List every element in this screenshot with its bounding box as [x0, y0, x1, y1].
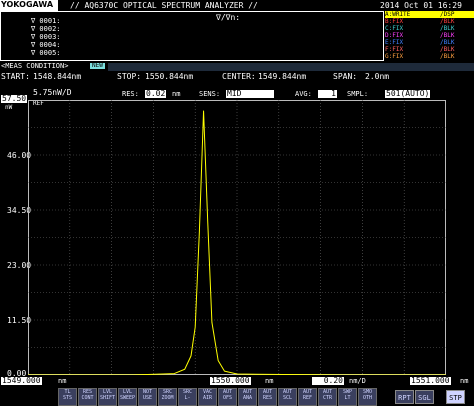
softkey-res-cont[interactable]: RES CONT: [78, 388, 97, 406]
stop-label: STOP:: [117, 72, 142, 81]
trace-row[interactable]: B:FIX/BLK: [385, 18, 474, 25]
center-label: CENTER:: [222, 72, 256, 81]
trace-label: E:FIX: [385, 39, 404, 46]
x-scale-unit: nm/D: [349, 377, 366, 385]
stop-sweep-button[interactable]: STP: [446, 390, 465, 404]
softkey-text: ANA: [242, 394, 253, 401]
sens-value[interactable]: MID: [226, 90, 274, 98]
trace-mode: /BLK: [440, 25, 455, 32]
softkey-text: SHIFT: [99, 394, 116, 401]
trace-row[interactable]: C:FIX/BLK: [385, 25, 474, 32]
brand-logo: YOKOGAWA: [0, 0, 58, 11]
trace-row[interactable]: E:FIX/BLK: [385, 39, 474, 46]
ref-level-value[interactable]: 57.50: [1, 95, 28, 103]
softkey-not-use[interactable]: NOT USE: [138, 388, 157, 406]
stop-value: 1550.844nm: [145, 72, 194, 81]
softkey-text: SWEEP: [119, 394, 136, 401]
single-sweep-button[interactable]: SGL: [415, 390, 434, 404]
softkey-tl-sts[interactable]: TL STS: [58, 388, 77, 406]
span-label: SPAN:: [333, 72, 358, 81]
softkey-text: LT: [344, 394, 351, 401]
softkey-text: OTH: [362, 394, 373, 401]
softkey-smo-oth[interactable]: SMO OTH: [358, 388, 377, 406]
softkey-src-l-[interactable]: SRC L-: [178, 388, 197, 406]
avg-value[interactable]: 1: [318, 90, 337, 98]
softkey-aut-ctr[interactable]: AUT CTR: [318, 388, 337, 406]
res-label: RES:: [122, 90, 139, 98]
window-title: // AQ6370C OPTICAL SPECTRUM ANALYZER //: [70, 1, 258, 10]
trace-mode: /BLK: [440, 53, 455, 60]
meas-condition-bar: [108, 63, 474, 71]
trace-mode: /BLK: [440, 18, 455, 25]
trace-mode: /BLK: [440, 39, 455, 46]
softkey-text: SCL: [282, 394, 293, 401]
softkey-text: OFS: [222, 394, 233, 401]
trace-label: D:FIX: [385, 32, 404, 39]
marker-rows: ∇ 0001: ∇ 0002: ∇ 0003: ∇ 0004: ∇ 0005:: [31, 18, 61, 58]
spectrum-plot[interactable]: [28, 100, 446, 375]
softkey-text: REF: [302, 394, 313, 401]
x-center-unit: nm: [265, 377, 274, 385]
trace-label: G:FIX: [385, 53, 404, 60]
res-unit: nm: [172, 90, 181, 98]
softkey-aut-ofs[interactable]: AUT OFS: [218, 388, 237, 406]
x-stop-unit: nm: [460, 377, 469, 385]
scale-per-div: 5.75nW/D: [33, 88, 72, 97]
softkey-vac-air[interactable]: VAC AIR: [198, 388, 217, 406]
meas-condition-label: <MEAS CONDITION>: [1, 62, 69, 70]
softkey-text: RES: [262, 394, 273, 401]
softkey-src-zoom[interactable]: SRC ZOOM: [158, 388, 177, 406]
x-start-value[interactable]: 1549.000: [1, 377, 42, 385]
trace-mode: /DSP: [440, 11, 455, 18]
x-scale-value[interactable]: 0.20: [312, 377, 344, 385]
softkey-aut-res[interactable]: AUT RES: [258, 388, 277, 406]
trace-mode: /BLK: [440, 46, 455, 53]
softkey-aut-ref[interactable]: AUT REF: [298, 388, 317, 406]
marker-row: ∇ 0005:: [31, 49, 61, 57]
smpl-label: SMPL:: [347, 90, 369, 98]
trace-row[interactable]: G:FIX/BLK: [385, 53, 474, 60]
softkey-lvl-shift[interactable]: LVL SHIFT: [98, 388, 117, 406]
repeat-sweep-button[interactable]: RPT: [395, 390, 414, 404]
trace-row[interactable]: A:WRITE/DSP: [385, 11, 474, 18]
x-stop-value[interactable]: 1551.000: [410, 377, 451, 385]
trace-label: B:FIX: [385, 18, 404, 25]
softkey-text: CONT: [81, 394, 94, 401]
trace-label: A:WRITE: [385, 11, 411, 18]
trace-a-line: [28, 110, 446, 375]
trace-label: F:FIX: [385, 46, 404, 53]
center-value: 1549.844nm: [258, 72, 307, 81]
softkey-swp-lt[interactable]: SWP LT: [338, 388, 357, 406]
softkey-text: AIR: [202, 394, 213, 401]
softkey-aut-ana[interactable]: AUT ANA: [238, 388, 257, 406]
trace-mode: /BLK: [440, 32, 455, 39]
marker-delta-label: ∇/∇n:: [216, 13, 241, 22]
trace-label: C:FIX: [385, 25, 404, 32]
ref-level-unit: nW: [5, 104, 13, 111]
new-badge: NEW: [90, 62, 105, 69]
start-value: 1548.844nm: [33, 72, 82, 81]
softkey-text: USE: [142, 394, 153, 401]
x-center-value[interactable]: 1550.000: [210, 377, 251, 385]
trace-list: A:WRITE/DSP B:FIX/BLK C:FIX/BLK D:FIX/BLK E:…: [385, 11, 474, 61]
marker-panel: ∇/∇n: ∇ 0001: ∇ 0002: ∇ 0003: ∇ 0004: ∇ …: [0, 11, 384, 61]
softkey-text: L-: [184, 394, 191, 401]
trace-row[interactable]: D:FIX/BLK: [385, 32, 474, 39]
trace-row[interactable]: F:FIX/BLK: [385, 46, 474, 53]
start-label: START:: [1, 72, 30, 81]
softkey-text: ZOOM: [161, 394, 174, 401]
sens-label: SENS:: [199, 90, 221, 98]
softkey-text: CTR: [322, 394, 333, 401]
softkey-lvl-sweep[interactable]: LVL SWEEP: [118, 388, 137, 406]
smpl-value[interactable]: 501(AUTO): [385, 90, 431, 98]
softkey-aut-scl[interactable]: AUT SCL: [278, 388, 297, 406]
span-value: 2.0nm: [365, 72, 390, 81]
res-value[interactable]: 0.02: [145, 90, 167, 98]
date-time: 2014 Oct 01 16:29: [380, 1, 462, 10]
x-start-unit: nm: [58, 377, 67, 385]
softkey-text: STS: [62, 394, 73, 401]
avg-label: AVG:: [295, 90, 312, 98]
